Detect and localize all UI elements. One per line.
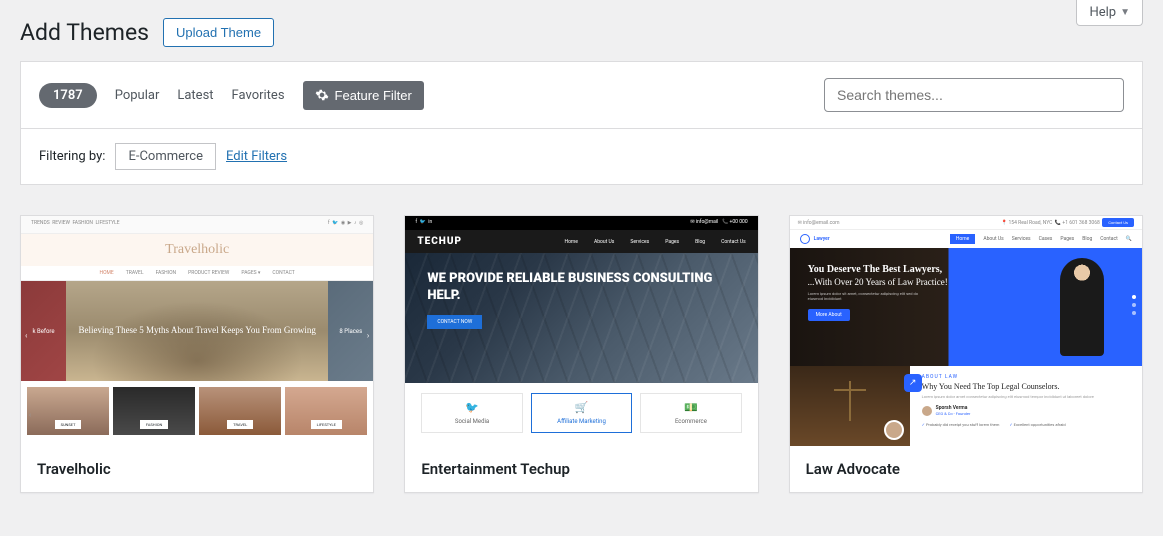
filter-top-row: 1787 Popular Latest Favorites Feature Fi… [21, 62, 1142, 128]
theme-thumbnail: ✉ info@email.com 📍 154 Real Road, NYC 📞 … [790, 216, 1142, 446]
social-icons: f 🐦 ◉ ▶ ♪ ◎ [328, 220, 363, 229]
theme-card-law[interactable]: ✉ info@email.com 📍 154 Real Road, NYC 📞 … [789, 215, 1143, 493]
twitter-icon: 🐦 [465, 401, 479, 414]
active-filter-tag[interactable]: E-Commerce [115, 143, 216, 170]
search-wrap [824, 78, 1124, 112]
themes-grid: TRENDS REVIEW FASHION LIFESTYLE f 🐦 ◉ ▶ … [0, 185, 1163, 523]
upload-theme-button[interactable]: Upload Theme [163, 18, 274, 47]
search-icon: 🔍 [1126, 236, 1132, 242]
theme-name: Law Advocate [790, 446, 1142, 492]
money-icon: 💵 [684, 401, 698, 414]
tab-latest[interactable]: Latest [177, 88, 213, 103]
help-label: Help [1089, 5, 1116, 20]
theme-name: Entertainment Techup [405, 446, 757, 492]
chevron-right-icon: › [367, 331, 369, 340]
person-image [1060, 258, 1104, 356]
help-tab[interactable]: Help ▼ [1076, 0, 1143, 26]
filter-bar: 1787 Popular Latest Favorites Feature Fi… [20, 61, 1143, 185]
page-header: Add Themes Upload Theme [0, 0, 1163, 61]
edit-filters-link[interactable]: Edit Filters [226, 149, 287, 164]
theme-thumbnail: TRENDS REVIEW FASHION LIFESTYLE f 🐦 ◉ ▶ … [21, 216, 373, 446]
chevron-left-icon: ‹ [25, 331, 27, 340]
feature-filter-button[interactable]: Feature Filter [303, 81, 424, 110]
feature-filter-label: Feature Filter [335, 88, 412, 103]
preview-logo: Travelholic [21, 234, 373, 266]
theme-name: Travelholic [21, 446, 373, 492]
justice-scale-icon [830, 381, 870, 431]
preview-logo: TECHUP [417, 236, 462, 247]
theme-thumbnail: f 🐦 in✉ info@mail 📞 +00 000 TECHUP HomeA… [405, 216, 757, 446]
avatar [922, 406, 932, 416]
scale-icon [800, 234, 810, 244]
filtering-by-label: Filtering by: [39, 149, 105, 164]
filter-bottom-row: Filtering by: E-Commerce Edit Filters [21, 128, 1142, 184]
avatar [884, 420, 904, 440]
chevron-down-icon: ▼ [1120, 7, 1130, 18]
tab-popular[interactable]: Popular [115, 88, 160, 103]
gear-icon [315, 88, 329, 102]
theme-card-travelholic[interactable]: TRENDS REVIEW FASHION LIFESTYLE f 🐦 ◉ ▶ … [20, 215, 374, 493]
theme-card-techup[interactable]: f 🐦 in✉ info@mail 📞 +00 000 TECHUP HomeA… [404, 215, 758, 493]
cart-icon: 🛒 [575, 401, 589, 414]
search-input[interactable] [824, 78, 1124, 112]
theme-count-badge: 1787 [39, 83, 97, 108]
tab-favorites[interactable]: Favorites [232, 88, 285, 103]
page-title: Add Themes [20, 19, 149, 46]
arrow-icon: ↗ [904, 374, 922, 392]
